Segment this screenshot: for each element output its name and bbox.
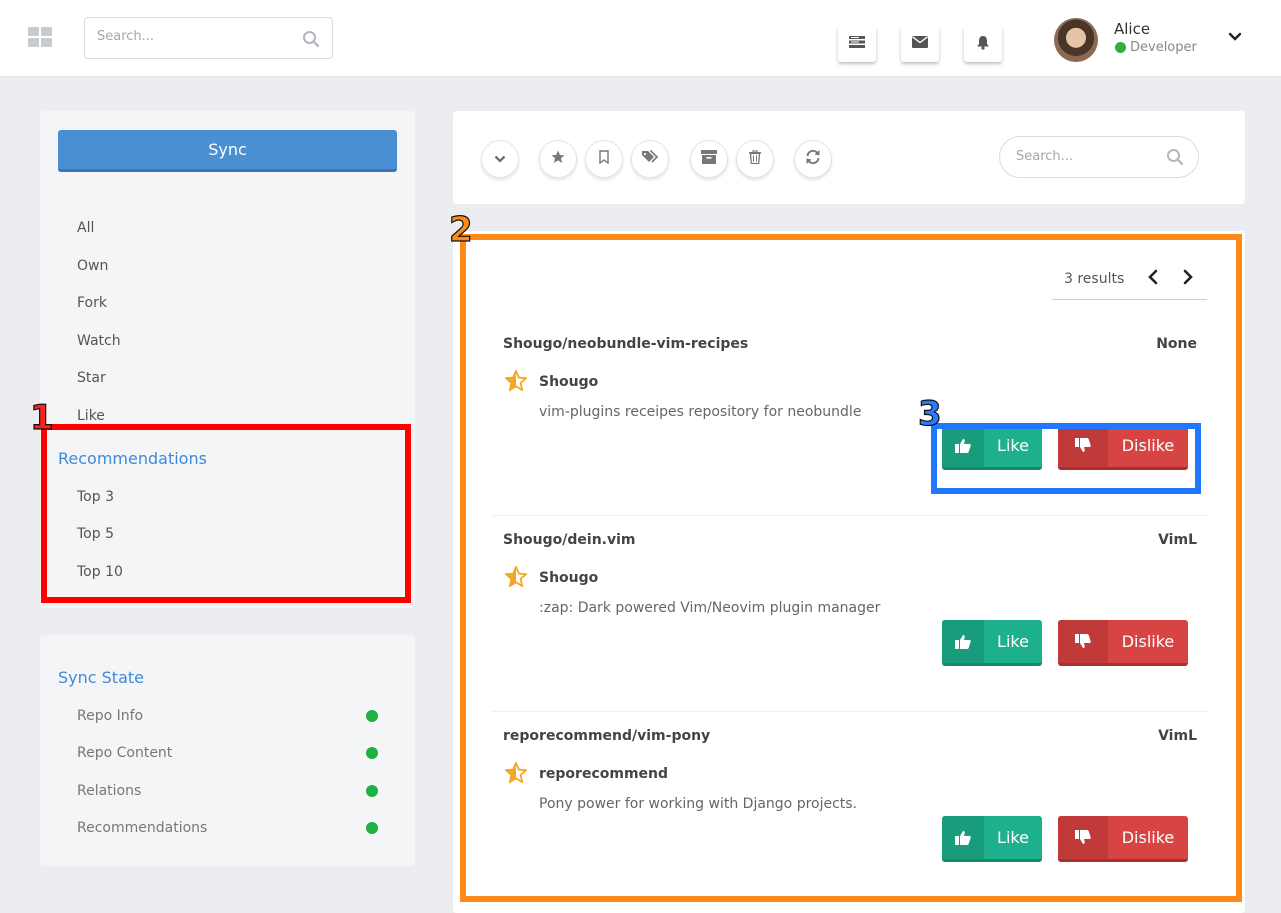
refresh-icon [805, 149, 821, 169]
annotation-number-2: 2 [448, 209, 473, 250]
bell-icon [976, 35, 990, 54]
search-icon[interactable] [302, 30, 320, 48]
avatar[interactable] [1054, 18, 1098, 62]
sync-state-repo-content: Repo Content [77, 745, 173, 761]
sync-state-heading: Sync State [58, 668, 144, 687]
toolbar-panel [453, 111, 1245, 204]
status-dot [366, 822, 378, 834]
star-button[interactable] [539, 140, 577, 178]
sidebar-item-own[interactable]: Own [77, 258, 108, 274]
trash-icon [749, 149, 761, 168]
delete-button[interactable] [736, 140, 774, 178]
sidebar-item-like[interactable]: Like [77, 408, 105, 424]
list-button[interactable] [838, 26, 876, 62]
sync-state-repo-info: Repo Info [77, 708, 144, 724]
sync-state-recommendations: Recommendations [77, 820, 208, 836]
status-dot [366, 710, 378, 722]
chevron-down-icon[interactable] [1228, 30, 1242, 46]
online-status-icon [1115, 42, 1126, 53]
status-dot [366, 785, 378, 797]
sidebar-item-star[interactable]: Star [77, 370, 106, 386]
chevron-down-icon [494, 151, 506, 167]
bookmark-button[interactable] [585, 140, 623, 178]
user-role: Developer [1115, 40, 1197, 55]
envelope-icon [912, 36, 928, 52]
archive-icon [701, 150, 717, 168]
user-role-label: Developer [1130, 40, 1197, 55]
sidebar-item-all[interactable]: All [77, 220, 94, 236]
sidebar-item-fork[interactable]: Fork [77, 295, 107, 311]
search-icon[interactable] [1166, 148, 1184, 166]
annotation-box-3 [931, 423, 1201, 494]
refresh-button[interactable] [794, 140, 832, 178]
tags-button[interactable] [631, 140, 669, 178]
status-dot [366, 747, 378, 759]
top-bar: Alice Developer [0, 0, 1281, 77]
annotation-number-3: 3 [917, 393, 942, 434]
star-icon [551, 150, 565, 168]
bookmark-icon [599, 150, 609, 168]
mail-button[interactable] [901, 26, 939, 62]
repo-search-input[interactable] [1016, 149, 1156, 164]
repo-search-box[interactable] [999, 136, 1199, 178]
annotation-number-1: 1 [29, 397, 54, 438]
list-icon [849, 36, 865, 52]
archive-button[interactable] [690, 140, 728, 178]
tags-icon [641, 150, 659, 168]
sync-button[interactable]: Sync [58, 130, 397, 172]
top-search-box[interactable] [84, 17, 333, 59]
annotation-box-1 [41, 424, 411, 603]
sync-state-panel: Sync State Repo Info Repo Content Relati… [40, 635, 415, 866]
apps-grid-icon[interactable] [28, 27, 52, 47]
sidebar-item-watch[interactable]: Watch [77, 333, 121, 349]
user-name[interactable]: Alice [1114, 20, 1150, 38]
notifications-button[interactable] [964, 26, 1002, 62]
annotation-box-2 [460, 234, 1242, 902]
top-search-input[interactable] [97, 29, 287, 44]
select-dropdown-button[interactable] [481, 140, 519, 178]
sync-state-relations: Relations [77, 783, 142, 799]
